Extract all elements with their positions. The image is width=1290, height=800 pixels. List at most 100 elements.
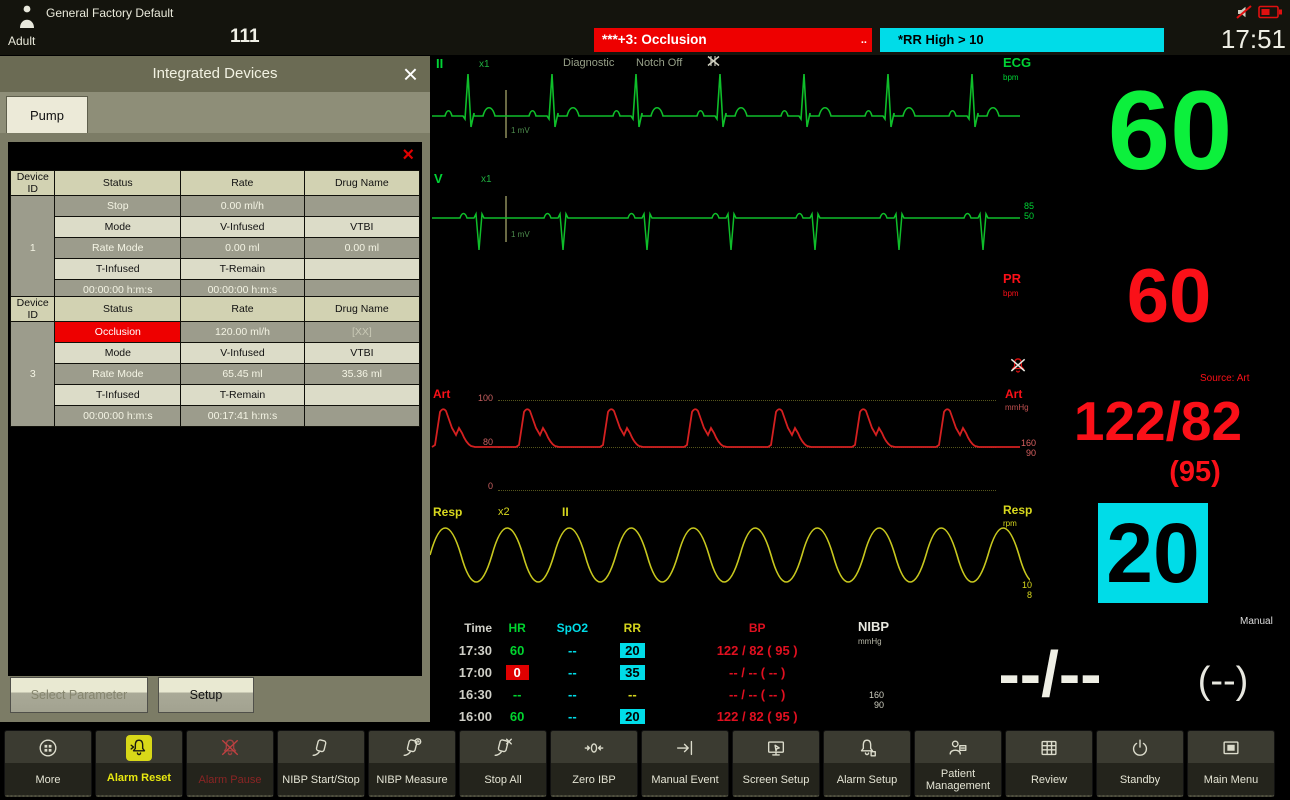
- stop-all-icon: [492, 731, 514, 765]
- table-row[interactable]: 1 Stop 0.00 ml/h: [11, 196, 420, 217]
- resp-unit: rpm: [1003, 519, 1017, 528]
- header-rate: Rate: [181, 171, 305, 196]
- resp-numeric-label[interactable]: Resp rpm: [1003, 504, 1032, 530]
- art-numeric-label[interactable]: Art mmHg: [1005, 388, 1029, 414]
- table-row[interactable]: Mode V-Infused VTBI: [11, 217, 420, 238]
- nibp-measure-icon: [401, 731, 423, 765]
- pump-table-header: Device ID Status Rate Drug Name: [11, 171, 420, 196]
- table-row[interactable]: 00:00:00 h:m:s 00:17:41 h:m:s: [11, 406, 420, 427]
- trend-row: 17:00 0 -- 35 -- / -- ( -- ): [432, 662, 852, 684]
- dialog-button-bar: Select Parameter Setup: [0, 672, 430, 718]
- pump-device-1-table: Device ID Status Rate Drug Name 1 Stop 0…: [10, 170, 420, 301]
- table-row[interactable]: T-Infused T-Remain: [11, 259, 420, 280]
- art-alarm-limits: 160 90: [1014, 438, 1036, 458]
- pump-panel: × Device ID Status Rate Drug Name 1 Stop…: [8, 142, 422, 676]
- tab-pump[interactable]: Pump: [6, 96, 88, 134]
- art-waveform[interactable]: [430, 388, 1030, 500]
- resp-waveform[interactable]: [430, 510, 1030, 606]
- art-unit: mmHg: [1005, 403, 1029, 412]
- close-icon[interactable]: ×: [403, 57, 418, 91]
- manual-event-button[interactable]: Manual Event: [641, 730, 729, 797]
- topbar: General Factory Default Adult 111 ***+3:…: [0, 0, 1290, 55]
- select-parameter-button[interactable]: Select Parameter: [10, 677, 148, 713]
- ecg-numeric-label[interactable]: ECG bpm: [1003, 56, 1031, 84]
- dialog-body: × Device ID Status Rate Drug Name 1 Stop…: [0, 133, 430, 722]
- patient-icon[interactable]: [17, 4, 37, 30]
- alarm-setup-icon: [856, 731, 878, 765]
- pr-numeric-label[interactable]: PR bpm: [1003, 272, 1021, 300]
- manual-event-icon: [674, 731, 696, 765]
- stop-all-button[interactable]: Stop All: [459, 730, 547, 797]
- nibp-measure-button[interactable]: NIBP Measure: [368, 730, 456, 797]
- patient-type[interactable]: Adult: [8, 34, 35, 48]
- more-button[interactable]: More: [4, 730, 92, 797]
- alarm-pause-icon: [219, 731, 241, 765]
- zero-ibp-icon: [583, 731, 605, 765]
- alarm-text: ***+3: Occlusion: [602, 32, 707, 47]
- patient-management-button[interactable]: Patient Management: [914, 730, 1002, 797]
- trend-row: 16:00 60 -- 20 122 / 82 ( 95 ): [432, 706, 852, 728]
- ecg1-waveform[interactable]: [430, 60, 1030, 172]
- table-row[interactable]: Rate Mode 65.45 ml 35.36 ml: [11, 364, 420, 385]
- alarm-off-icon[interactable]: [1008, 356, 1028, 376]
- pr-source-label: Source: Art: [1200, 373, 1249, 384]
- zero-ibp-button[interactable]: Zero IBP: [550, 730, 638, 797]
- nibp-start-stop-button[interactable]: NIBP Start/Stop: [277, 730, 365, 797]
- pump-device-3-table: Device ID Status Rate Drug Name 3 Occlus…: [10, 296, 420, 427]
- pr-value[interactable]: 60: [1083, 252, 1255, 342]
- nibp-numeric-label[interactable]: NIBP mmHg: [858, 620, 889, 648]
- header-status: Status: [55, 297, 181, 322]
- main-menu-button[interactable]: Main Menu: [1187, 730, 1275, 797]
- battery-icon: [1258, 5, 1284, 20]
- header-device-id: Device ID: [11, 171, 55, 196]
- ecg-unit: bpm: [1003, 73, 1019, 82]
- alarm-more-indicator: ..: [861, 28, 867, 52]
- quick-key-toolbar: More Alarm Reset Alarm Pause NIBP Start/…: [4, 730, 1288, 800]
- minitrend-header: Time HR SpO2 RR BP: [432, 617, 852, 640]
- table-row[interactable]: T-Infused T-Remain: [11, 385, 420, 406]
- dialog-tab-strip: Pump: [0, 92, 430, 133]
- trend-row: 16:30 -- -- -- -- / -- ( -- ): [432, 684, 852, 706]
- alarm-reset-button[interactable]: Alarm Reset: [95, 730, 183, 797]
- remove-device-icon[interactable]: ×: [402, 144, 414, 167]
- setup-button[interactable]: Setup: [158, 677, 254, 713]
- dialog-title: Integrated Devices: [152, 65, 277, 82]
- physiological-alarm-banner[interactable]: ***+3: Occlusion ..: [594, 28, 872, 52]
- patient-management-icon: [947, 731, 969, 765]
- device-id-cell: 1: [11, 196, 55, 301]
- art-map-value: (95): [1150, 456, 1240, 489]
- table-row[interactable]: Rate Mode 0.00 ml 0.00 ml: [11, 238, 420, 259]
- main-menu-icon: [1220, 731, 1242, 765]
- patient-profile[interactable]: General Factory Default: [46, 6, 173, 20]
- header-drug-name: Drug Name: [304, 297, 419, 322]
- art-value[interactable]: 122/82: [1038, 388, 1278, 454]
- header-drug-name: Drug Name: [304, 171, 419, 196]
- system-clock[interactable]: 17:51: [1212, 24, 1286, 55]
- header-rate: Rate: [181, 297, 305, 322]
- nibp-cuff-icon: [310, 731, 332, 765]
- dialog-title-bar: Integrated Devices ×: [0, 56, 430, 92]
- nibp-mode-label: Manual: [1240, 616, 1273, 627]
- review-button[interactable]: Review: [1005, 730, 1093, 797]
- device-id-cell: 3: [11, 322, 55, 427]
- bed-number[interactable]: 111: [230, 26, 260, 48]
- nibp-unit: mmHg: [858, 637, 882, 646]
- minitrend-table[interactable]: Time HR SpO2 RR BP 17:30 60 -- 20 122 / …: [432, 617, 852, 728]
- resp-value: 20: [1098, 503, 1208, 603]
- ecg2-waveform[interactable]: [430, 166, 1030, 262]
- nibp-value[interactable]: --/--: [925, 634, 1175, 714]
- screen-setup-button[interactable]: Screen Setup: [732, 730, 820, 797]
- audio-off-icon: [1236, 4, 1253, 20]
- pump-table-header: Device ID Status Rate Drug Name: [11, 297, 420, 322]
- trend-row: 17:30 60 -- 20 122 / 82 ( 95 ): [432, 640, 852, 662]
- hr-value[interactable]: 60: [1068, 66, 1272, 196]
- technical-alarm-banner[interactable]: *RR High > 10: [880, 28, 1164, 52]
- resp-value-tile[interactable]: 20: [1098, 503, 1208, 603]
- alarm-setup-button[interactable]: Alarm Setup: [823, 730, 911, 797]
- table-row[interactable]: Mode V-Infused VTBI: [11, 343, 420, 364]
- table-row[interactable]: 3 Occlusion 120.00 ml/h [XX]: [11, 322, 420, 343]
- ecg-alarm-limits: 85 50: [1012, 201, 1034, 221]
- standby-button[interactable]: Standby: [1096, 730, 1184, 797]
- resp-alarm-limits: 10 8: [1010, 580, 1032, 600]
- alarm-pause-button[interactable]: Alarm Pause: [186, 730, 274, 797]
